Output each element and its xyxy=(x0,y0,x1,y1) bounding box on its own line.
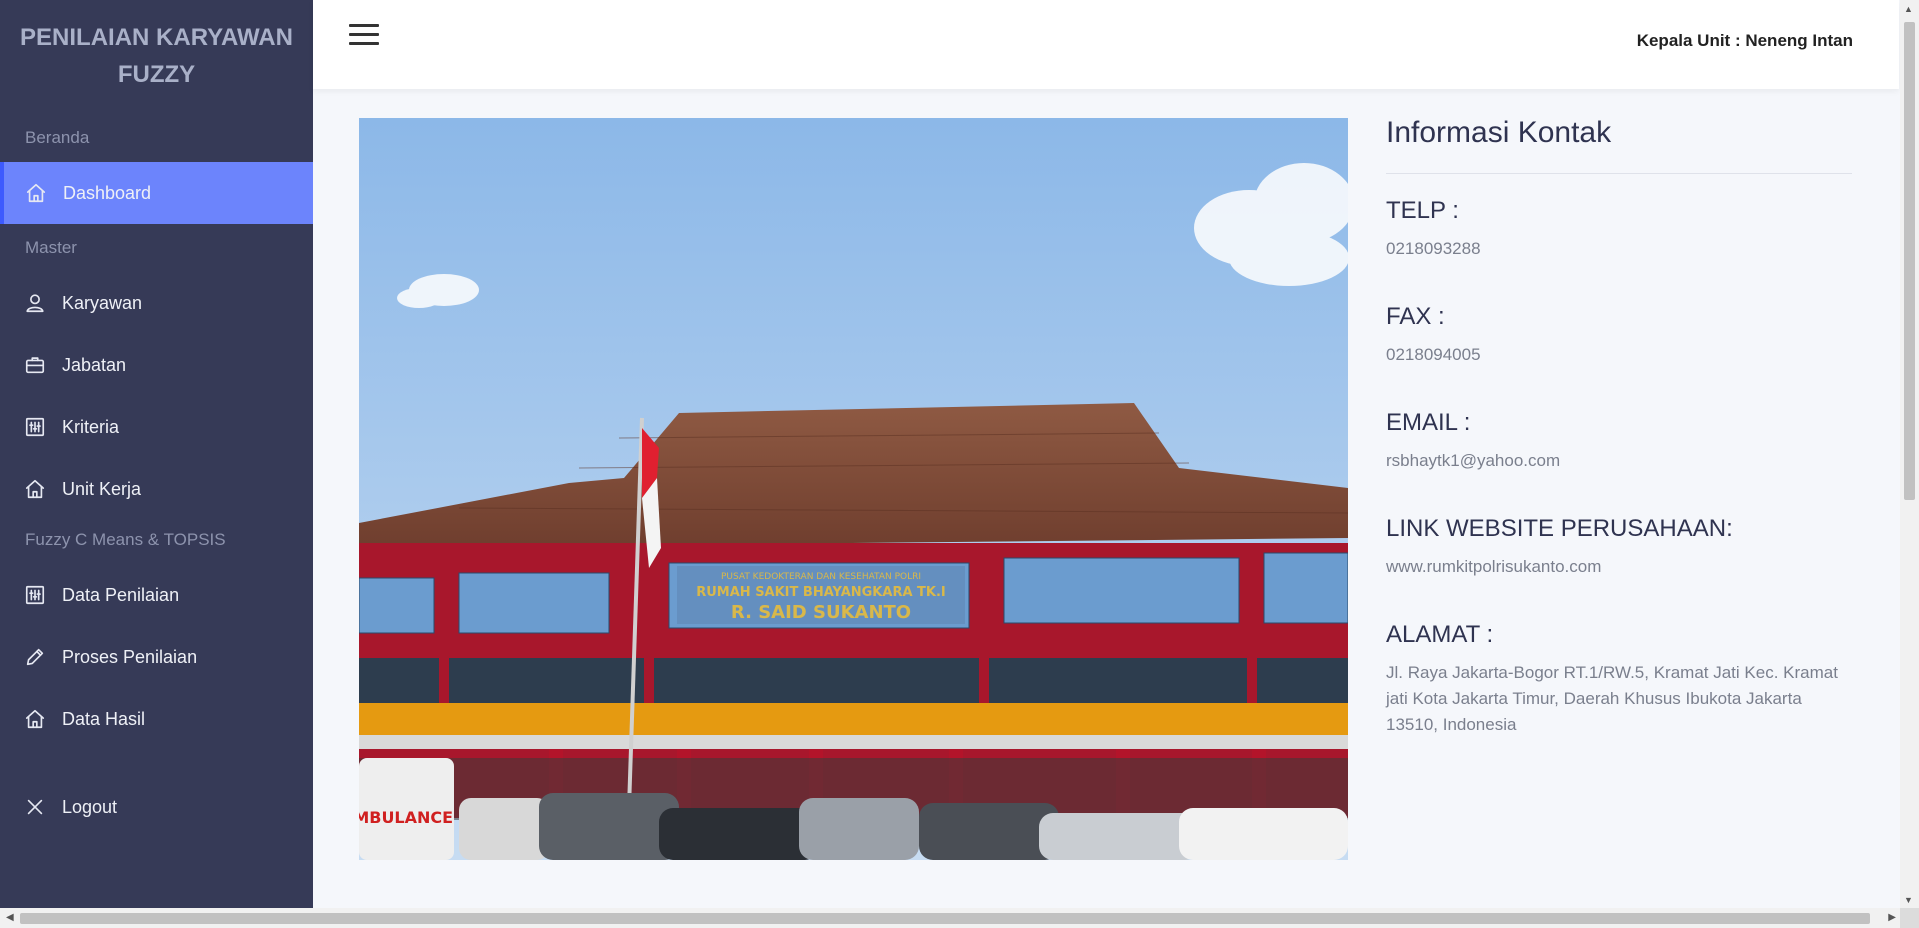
scroll-up-icon[interactable]: ▲ xyxy=(1904,4,1913,14)
contact-info-panel: Informasi Kontak TELP : 0218093288 FAX :… xyxy=(1386,116,1852,738)
ambulance-text: AMBULANCE xyxy=(359,808,453,827)
scrollbar-corner xyxy=(1900,908,1919,928)
sidebar-item-data-hasil[interactable]: Data Hasil xyxy=(0,688,313,750)
sidebar-item-label: Unit Kerja xyxy=(62,478,142,499)
vertical-scrollbar[interactable]: ▲ ▼ xyxy=(1900,0,1919,908)
sidebar-item-data-penilaian[interactable]: Data Penilaian xyxy=(0,564,313,626)
menu-toggle-icon[interactable] xyxy=(349,24,379,48)
sidebar-item-label: Data Penilaian xyxy=(62,584,180,605)
fax-label: FAX : xyxy=(1386,303,1445,330)
user-role-label: Kepala Unit : Neneng Intan xyxy=(1636,31,1853,50)
sidebar-item-karyawan[interactable]: Karyawan xyxy=(0,272,313,334)
sidebar-item-label: Data Hasil xyxy=(62,708,146,729)
sidebar: PENILAIAN KARYAWAN FUZZY Beranda Dashboa… xyxy=(0,0,313,908)
scroll-down-icon[interactable]: ▼ xyxy=(1904,895,1913,905)
sidebar-section-beranda: Beranda xyxy=(25,128,90,147)
email-value: rsbhaytk1@yahoo.com xyxy=(1386,451,1561,470)
sidebar-section-fuzzy: Fuzzy C Means & TOPSIS xyxy=(25,530,226,549)
fax-value: 0218094005 xyxy=(1386,345,1481,364)
sign-line-2: RUMAH SAKIT BHAYANGKARA TK.I xyxy=(696,585,946,600)
scroll-left-icon[interactable]: ◀ xyxy=(6,912,14,923)
telp-value: 0218093288 xyxy=(1386,239,1481,258)
address-label: ALAMAT : xyxy=(1386,621,1494,648)
sidebar-item-proses-penilaian[interactable]: Proses Penilaian xyxy=(0,626,313,688)
close-icon xyxy=(24,796,46,818)
sidebar-item-logout[interactable]: Logout xyxy=(0,776,313,838)
telp-label: TELP : xyxy=(1386,197,1459,224)
sidebar-section-master: Master xyxy=(25,238,77,257)
sign-line-3: R. SAID SUKANTO xyxy=(731,602,911,623)
horizontal-scroll-thumb[interactable] xyxy=(20,913,1870,924)
sidebar-item-label: Kriteria xyxy=(62,416,120,437)
sign-line-1: PUSAT KEDOKTERAN DAN KESEHATAN POLRI xyxy=(721,572,921,582)
briefcase-icon xyxy=(24,354,46,376)
sidebar-item-label: Karyawan xyxy=(62,292,143,313)
vertical-scroll-thumb[interactable] xyxy=(1904,22,1915,500)
pencil-icon xyxy=(24,646,46,668)
sliders-icon xyxy=(24,416,46,438)
sidebar-item-unit-kerja[interactable]: Unit Kerja xyxy=(0,458,313,520)
home-icon xyxy=(24,478,46,500)
sidebar-item-dashboard[interactable]: Dashboard xyxy=(0,162,313,224)
home-icon xyxy=(24,708,46,730)
hospital-building-photo: PUSAT KEDOKTERAN DAN KESEHATAN POLRI RUM… xyxy=(359,118,1348,860)
sidebar-item-kriteria[interactable]: Kriteria xyxy=(0,396,313,458)
sliders-icon xyxy=(24,584,46,606)
address-value: Jl. Raya Jakarta-Bogor RT.1/RW.5, Kramat… xyxy=(1386,663,1838,734)
top-bar: Kepala Unit : Neneng Intan xyxy=(313,0,1899,89)
website-label: LINK WEBSITE PERUSAHAAN: xyxy=(1386,515,1733,542)
sidebar-item-jabatan[interactable]: Jabatan xyxy=(0,334,313,396)
website-value: www.rumkitpolrisukanto.com xyxy=(1386,557,1602,576)
sidebar-item-label: Jabatan xyxy=(62,354,127,375)
email-label: EMAIL : xyxy=(1386,409,1471,436)
home-icon xyxy=(25,182,47,204)
brand-title: PENILAIAN KARYAWAN FUZZY xyxy=(20,24,293,88)
contact-heading: Informasi Kontak xyxy=(1386,116,1852,174)
scroll-right-icon[interactable]: ▶ xyxy=(1888,912,1896,923)
user-icon xyxy=(24,292,46,314)
sidebar-item-label: Dashboard xyxy=(63,182,152,203)
horizontal-scrollbar[interactable]: ◀ ▶ xyxy=(0,908,1900,928)
sidebar-item-label: Proses Penilaian xyxy=(62,646,198,667)
sidebar-item-label: Logout xyxy=(62,796,118,817)
